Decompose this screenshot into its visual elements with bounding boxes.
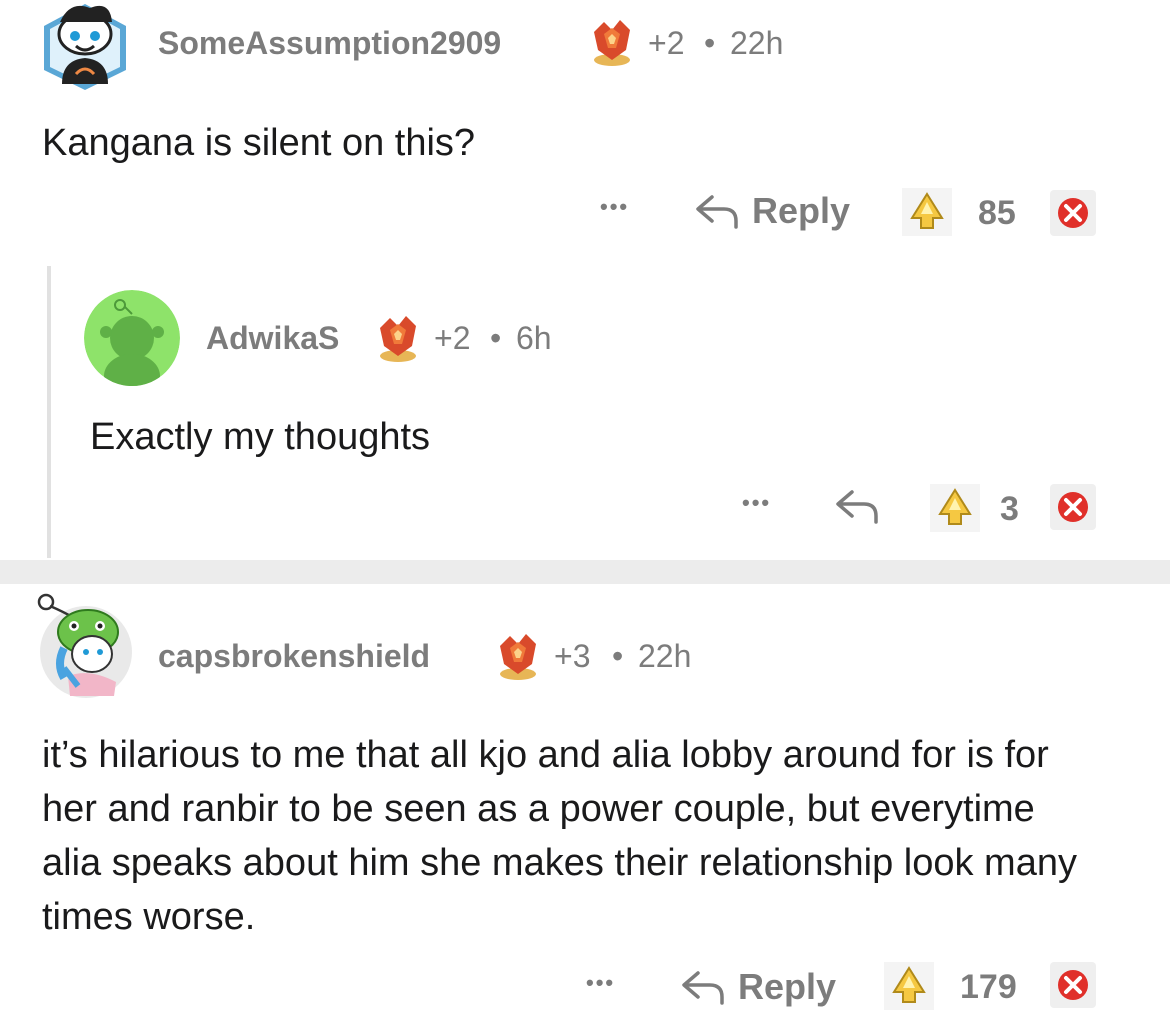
thread-divider [0,560,1170,584]
more-options-button[interactable]: ••• [742,490,771,516]
reply-arrow-icon [696,195,738,229]
comment-body: Exactly my thoughts [90,416,431,458]
reply-label: Reply [752,190,851,231]
comment-time: 22h [638,638,692,674]
comment-username[interactable]: AdwikaS [206,320,339,357]
avatar[interactable] [40,0,130,92]
avatar[interactable] [84,290,180,386]
fire-crystal-award-icon[interactable] [492,630,544,682]
vote-score: 3 [1000,490,1019,528]
meta-separator: • [490,320,502,356]
more-options-button[interactable]: ••• [586,970,615,996]
award-count: +3 [554,638,591,674]
more-options-label: ••• [586,970,616,995]
comment-time: 22h [730,25,784,61]
vote-score: 179 [960,968,1017,1006]
comment-body: Kangana is silent on this? [42,122,476,164]
reply-arrow-icon [682,971,724,1005]
red-x-downvote-icon[interactable] [1050,190,1096,236]
reply-button[interactable]: Reply [680,966,836,1008]
award-count: +2 [434,320,471,356]
comment-username[interactable]: SomeAssumption2909 [158,25,501,62]
reply-button[interactable]: Reply [694,190,850,232]
more-options-button[interactable]: ••• [600,194,629,220]
award-count: +2 [648,25,685,61]
comment-username[interactable]: capsbrokenshield [158,638,430,675]
reply-button[interactable] [834,486,880,526]
more-options-label: ••• [600,194,630,219]
reply-label: Reply [738,966,837,1007]
meta-separator: • [704,25,716,61]
gold-upvote-icon[interactable] [884,962,934,1010]
gold-upvote-icon[interactable] [902,188,952,236]
fire-crystal-award-icon[interactable] [586,16,638,68]
meta-separator: • [612,638,624,674]
gold-upvote-icon[interactable] [930,484,980,532]
red-x-downvote-icon[interactable] [1050,484,1096,530]
comment-time: 6h [516,320,552,356]
red-x-downvote-icon[interactable] [1050,962,1096,1008]
fire-crystal-award-icon[interactable] [372,312,424,364]
more-options-label: ••• [742,490,772,515]
vote-score: 85 [978,194,1016,232]
reply-arrow-icon [836,490,878,524]
avatar[interactable] [34,590,134,702]
comment-body: it’s hilarious to me that all kjo and al… [42,734,1077,938]
thread-line[interactable] [47,266,51,558]
